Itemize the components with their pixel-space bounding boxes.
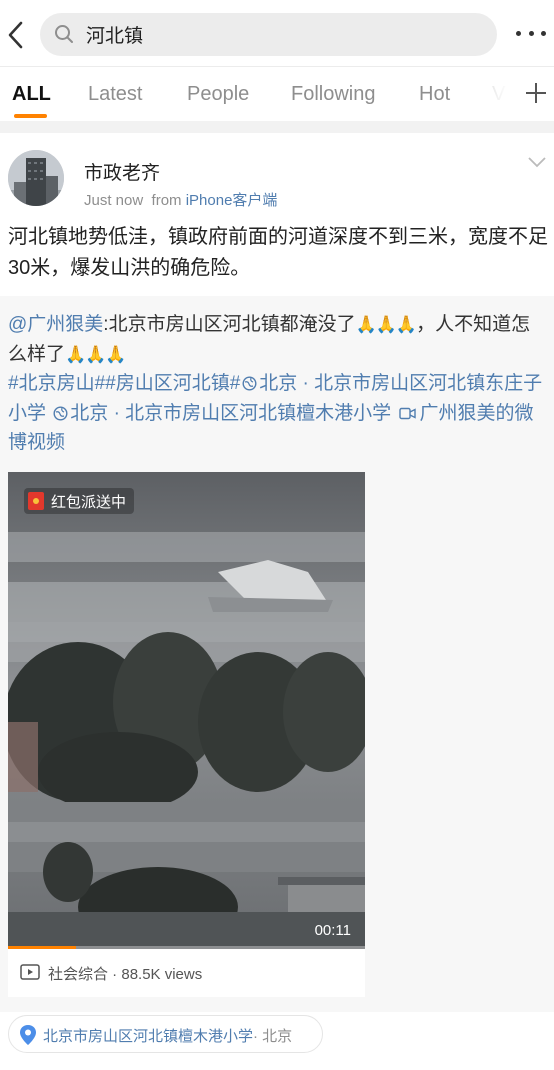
search-tabs: ALL Latest People Following Hot V: [0, 66, 554, 122]
location-city: · 北京: [253, 1028, 293, 1045]
tabs-fade: [470, 67, 518, 122]
active-tab-indicator: [14, 114, 47, 118]
post-meta: Just now from iPhone客户端: [84, 189, 277, 210]
repost-body: @广州狠美:北京市房山区河北镇都淹没了🙏🙏🙏，人不知道怎么样了🙏🙏🙏 #北京房山…: [8, 310, 548, 458]
video-play-icon: [20, 964, 40, 980]
search-input[interactable]: [86, 13, 486, 56]
search-field[interactable]: [40, 13, 497, 56]
author-name[interactable]: 市政老齐: [84, 158, 160, 185]
red-packet-label: 红包派送中: [51, 493, 127, 511]
flood-video-frame: [8, 472, 365, 949]
location-name: 北京市房山区河北镇檀木港小学: [43, 1028, 254, 1045]
video-category[interactable]: 社会综合: [48, 966, 108, 983]
hashtag-link[interactable]: #房山区河北镇#: [105, 373, 240, 394]
tab-all[interactable]: ALL: [12, 83, 51, 106]
location-pin-icon: [20, 1025, 36, 1045]
add-tab-icon[interactable]: [522, 79, 550, 107]
tab-hot[interactable]: Hot: [419, 83, 450, 106]
weibo-search-page: ALL Latest People Following Hot V 市政老齐 J…: [0, 0, 554, 1070]
hashtag-link[interactable]: #北京房山#: [8, 373, 105, 394]
mention-link[interactable]: @广州狠美: [8, 314, 103, 335]
repost-card[interactable]: @广州狠美:北京市房山区河北镇都淹没了🙏🙏🙏，人不知道怎么样了🙏🙏🙏 #北京房山…: [0, 296, 554, 1012]
from-label: from: [151, 192, 182, 209]
globe-icon: [53, 405, 68, 421]
post-body: 河北镇地势低洼，镇政府前面的河道深度不到三米，宽度不足30米，爆发山洪的确危险。: [8, 226, 548, 279]
tab-following[interactable]: Following: [291, 83, 375, 106]
location-chip[interactable]: 北京市房山区河北镇檀木港小学· 北京: [8, 1015, 323, 1053]
post-source[interactable]: iPhone客户端: [186, 192, 278, 209]
video-player[interactable]: 红包派送中 00:11: [8, 472, 365, 949]
avatar[interactable]: [8, 150, 64, 206]
video-views: 88.5K views: [121, 966, 203, 983]
video-icon: [399, 407, 417, 419]
search-icon: [55, 25, 73, 43]
pray-emoji: 🙏🙏🙏: [65, 344, 127, 364]
tab-people[interactable]: People: [187, 83, 249, 106]
globe-icon: [242, 376, 257, 391]
red-packet-icon: [28, 492, 44, 510]
post-time: Just now: [84, 192, 144, 209]
video-duration: 00:11: [314, 922, 351, 939]
video-stats: 社会综合 · 88.5K views: [48, 966, 203, 983]
tab-latest[interactable]: Latest: [88, 83, 142, 106]
location-link[interactable]: 北京 · 北京市房山区河北镇檀木港小学: [51, 403, 391, 424]
section-divider: [0, 121, 554, 133]
location-link-text: 北京 · 北京市房山区河北镇檀木港小学: [70, 402, 392, 424]
repost-text-a: :北京市房山区河北镇都淹没了: [103, 314, 356, 335]
search-header: [0, 0, 554, 66]
back-icon[interactable]: [4, 18, 26, 52]
pray-emoji: 🙏🙏🙏: [355, 315, 418, 334]
more-options-icon[interactable]: [516, 26, 546, 40]
location-text: 北京市房山区河北镇檀木港小学· 北京: [43, 1025, 292, 1046]
video-info-bar: 社会综合 · 88.5K views: [8, 949, 365, 997]
chevron-down-icon[interactable]: [526, 154, 548, 170]
red-packet-badge[interactable]: 红包派送中: [24, 488, 135, 514]
